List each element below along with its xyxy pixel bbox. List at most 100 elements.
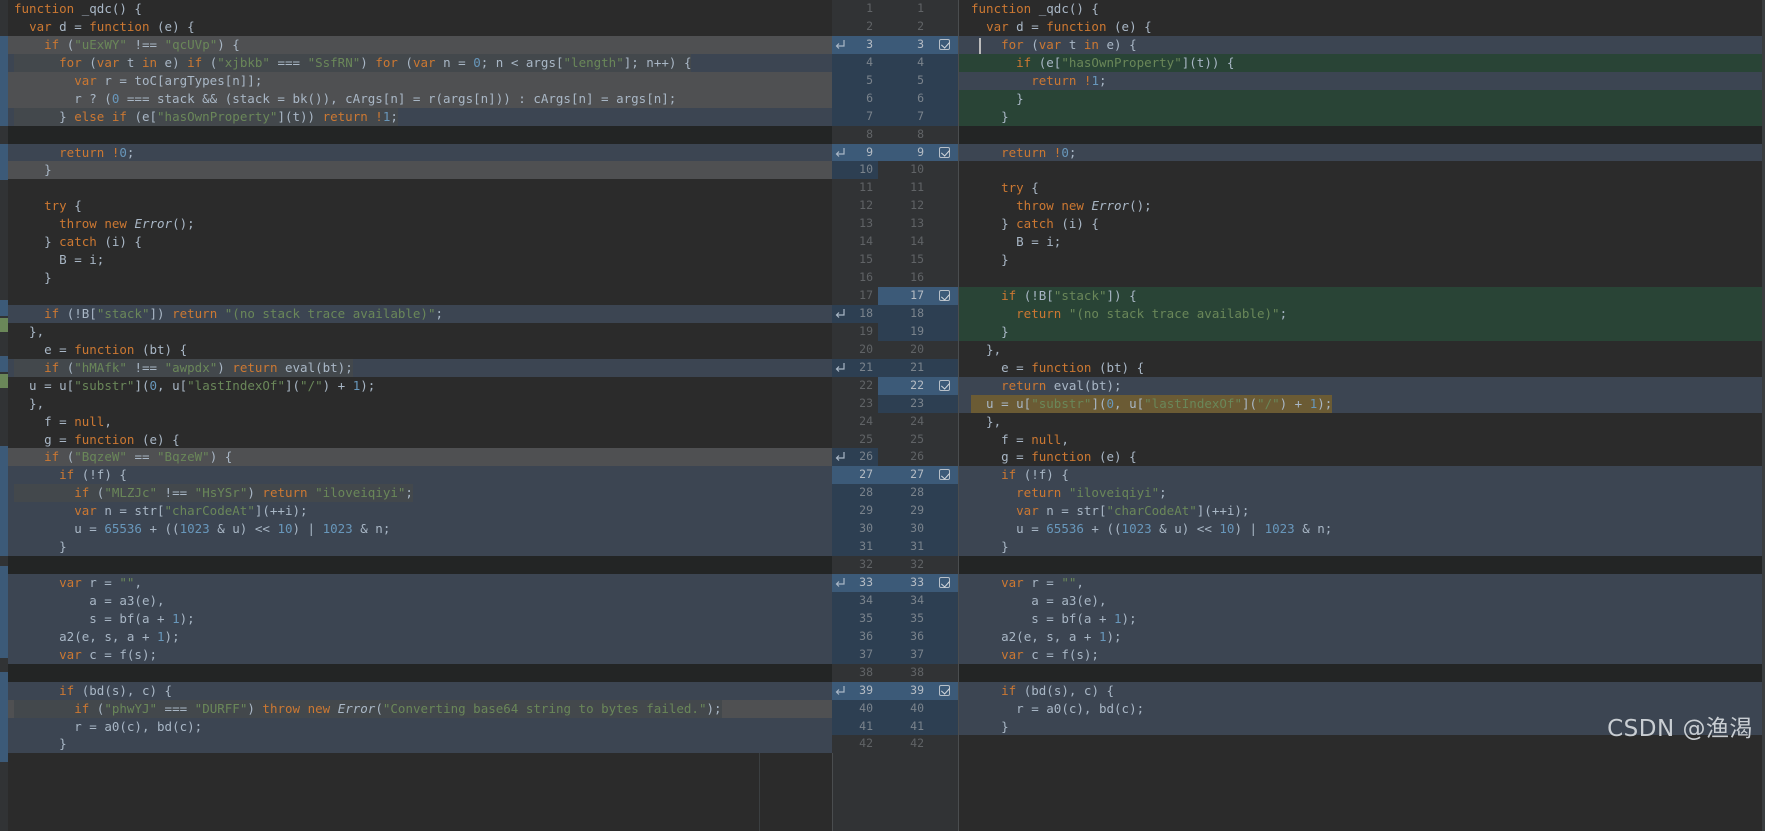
apply-change-arrow-icon[interactable] <box>834 307 847 320</box>
code-line[interactable]: var r = "", <box>8 574 832 592</box>
accept-change-cell[interactable] <box>930 53 959 72</box>
code-line[interactable]: a2(e, s, a + 1); <box>959 627 1765 646</box>
change-marker[interactable] <box>0 566 8 658</box>
accept-change-cell[interactable] <box>930 179 959 198</box>
code-line[interactable]: } <box>959 107 1765 126</box>
code-line[interactable]: a = a3(e), <box>959 591 1765 610</box>
code-line[interactable]: if (e["hasOwnProperty"](t)) { <box>959 53 1765 72</box>
code-line[interactable]: if (!f) { <box>8 466 832 485</box>
code-line[interactable]: return !0; <box>8 143 832 162</box>
code-line[interactable]: }, <box>959 340 1765 359</box>
accept-change-cell[interactable] <box>930 502 959 521</box>
code-line[interactable] <box>959 269 1765 287</box>
accept-change-cell[interactable] <box>930 0 959 18</box>
code-line[interactable]: e = function (bt) { <box>8 340 832 359</box>
code-line[interactable]: } <box>8 269 832 287</box>
code-line[interactable]: } <box>959 538 1765 557</box>
code-line[interactable]: a2(e, s, a + 1); <box>8 627 832 646</box>
accept-change-cell[interactable] <box>930 358 959 377</box>
code-line[interactable]: }, <box>959 412 1765 431</box>
code-line[interactable]: } else if (e["hasOwnProperty"](t)) retur… <box>8 107 832 126</box>
code-line[interactable]: if ("hMAfk" !== "awpdx") return eval(bt)… <box>8 358 832 377</box>
code-line[interactable]: throw new Error(); <box>959 197 1765 216</box>
accept-change-cell[interactable] <box>930 717 959 736</box>
accept-change-cell[interactable] <box>930 322 959 341</box>
accept-change-cell[interactable] <box>930 574 959 592</box>
accept-change-cell[interactable] <box>930 197 959 216</box>
code-line[interactable]: return "iloveiqiyi"; <box>959 484 1765 503</box>
accept-change-cell[interactable] <box>930 699 959 718</box>
code-line[interactable]: throw new Error(); <box>8 215 832 234</box>
accept-change-cell[interactable] <box>930 412 959 431</box>
apply-change-arrow-icon[interactable] <box>834 450 847 463</box>
accept-change-cell[interactable] <box>930 287 959 305</box>
code-line[interactable]: for (var t in e) if ("xjbkb" === "SsfRN"… <box>8 53 832 72</box>
accept-change-checkbox-icon[interactable] <box>939 290 950 301</box>
accept-change-cell[interactable] <box>930 35 959 54</box>
accept-change-cell[interactable] <box>930 466 959 485</box>
code-line[interactable] <box>959 161 1765 180</box>
accept-change-cell[interactable] <box>930 161 959 180</box>
code-line[interactable]: try { <box>8 197 832 216</box>
code-line[interactable]: }, <box>8 394 832 413</box>
code-line[interactable]: var d = function (e) { <box>8 17 832 36</box>
code-line[interactable]: } <box>8 538 832 557</box>
code-line[interactable]: var r = toC[argTypes[n]]; <box>8 71 832 90</box>
code-line[interactable]: f = null, <box>8 412 832 431</box>
code-line[interactable]: u = u["substr"](0, u["lastIndexOf"]("/")… <box>8 376 832 395</box>
accept-change-cell[interactable] <box>930 394 959 413</box>
apply-change-arrow-icon[interactable] <box>834 146 847 159</box>
change-marker[interactable] <box>0 144 8 162</box>
code-line[interactable]: return "(no stack trace available)"; <box>959 304 1765 323</box>
code-line[interactable]: r = a0(c), bd(c); <box>8 717 832 736</box>
code-line[interactable]: } <box>8 735 832 754</box>
code-line[interactable]: var d = function (e) { <box>959 17 1765 36</box>
code-line[interactable]: if ("uExWY" !== "qcUVp") { <box>8 35 832 54</box>
accept-change-checkbox-icon[interactable] <box>939 684 950 696</box>
left-change-marker-strip[interactable] <box>0 0 8 831</box>
code-line[interactable]: function _qdc() { <box>8 0 832 18</box>
accept-change-cell[interactable] <box>930 340 959 359</box>
change-marker[interactable] <box>0 54 8 126</box>
accept-change-checkbox-icon[interactable] <box>939 469 950 481</box>
accept-change-cell[interactable] <box>930 304 959 323</box>
code-line[interactable] <box>8 663 832 682</box>
modified-code-pane[interactable]: function _qdc() { var d = function (e) {… <box>959 0 1765 831</box>
accept-change-cell[interactable] <box>930 125 959 144</box>
original-code-pane[interactable]: function _qdc() { var d = function (e) {… <box>8 0 832 831</box>
accept-change-cell[interactable] <box>930 645 959 664</box>
code-line[interactable]: B = i; <box>959 233 1765 252</box>
accept-change-cell[interactable] <box>930 448 959 467</box>
code-line[interactable]: return eval(bt); <box>959 376 1765 395</box>
accept-change-cell[interactable] <box>930 430 959 449</box>
accept-change-cell[interactable] <box>930 556 959 574</box>
code-line[interactable]: g = function (e) { <box>959 448 1765 467</box>
code-line[interactable]: } <box>959 89 1765 108</box>
accept-change-cell[interactable] <box>930 233 959 252</box>
code-line[interactable]: B = i; <box>8 251 832 270</box>
code-line[interactable]: var c = f(s); <box>959 645 1765 664</box>
accept-change-cell[interactable] <box>930 17 959 36</box>
accept-change-cell[interactable] <box>930 520 959 539</box>
code-line[interactable]: if (bd(s), c) { <box>8 681 832 700</box>
code-line[interactable]: r ? (0 === stack && (stack = bk()), cArg… <box>8 89 832 108</box>
code-line[interactable]: var r = "", <box>959 574 1765 592</box>
code-line[interactable]: } <box>959 251 1765 270</box>
apply-change-arrow-icon[interactable] <box>834 361 847 374</box>
apply-change-arrow-icon[interactable] <box>834 38 847 51</box>
change-marker[interactable] <box>0 300 8 316</box>
code-line[interactable]: if (!f) { <box>959 466 1765 485</box>
code-line[interactable]: }, <box>8 322 832 341</box>
code-line[interactable]: function _qdc() { <box>959 0 1765 18</box>
code-line[interactable]: g = function (e) { <box>8 430 832 449</box>
code-line[interactable]: r = a0(c), bd(c); <box>959 699 1765 718</box>
code-line[interactable]: } catch (i) { <box>959 215 1765 234</box>
code-line[interactable] <box>8 287 832 305</box>
accept-change-cell[interactable] <box>930 484 959 503</box>
code-line[interactable] <box>8 125 832 144</box>
code-line[interactable]: } <box>8 161 832 180</box>
change-marker[interactable] <box>0 374 8 388</box>
change-marker[interactable] <box>0 318 8 332</box>
accept-change-cell[interactable] <box>930 71 959 90</box>
code-line[interactable]: f = null, <box>959 430 1765 449</box>
